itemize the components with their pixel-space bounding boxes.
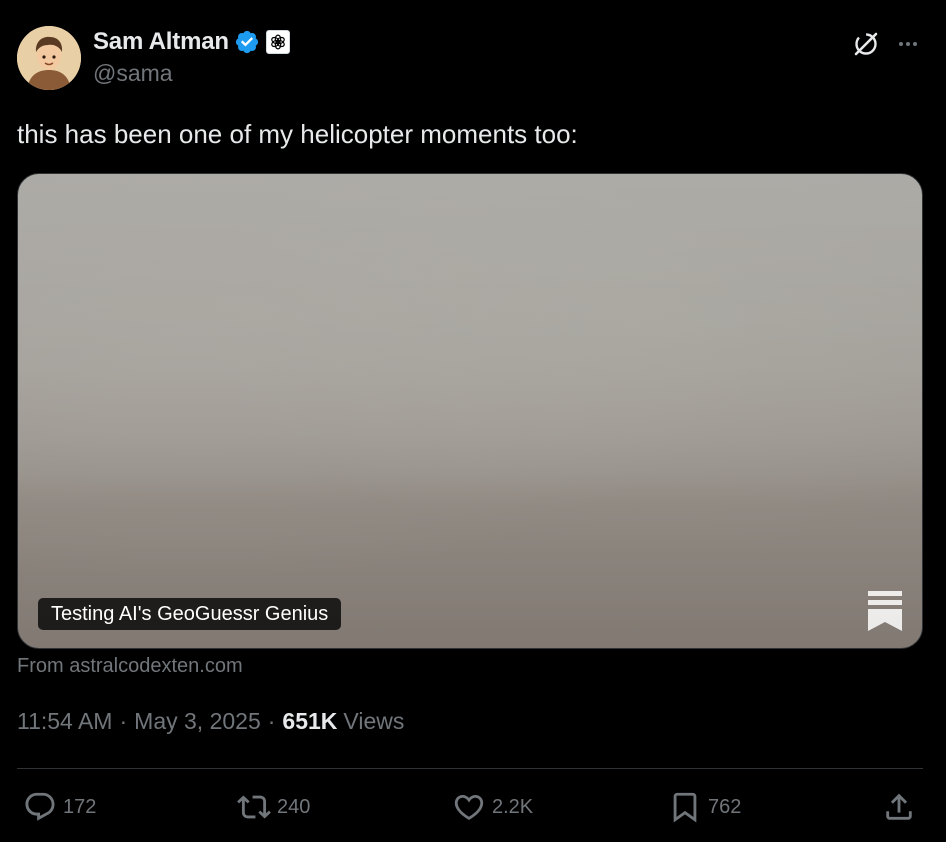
tweet-time[interactable]: 11:54 AM (17, 708, 112, 735)
action-bar: 172 240 2.2K 762 (0, 782, 946, 832)
card-image-band (18, 474, 922, 544)
reply-button[interactable]: 172 (23, 782, 96, 832)
repost-button[interactable]: 240 (237, 782, 310, 832)
tweet-date[interactable]: May 3, 2025 (134, 708, 261, 735)
like-count: 2.2K (492, 795, 534, 818)
divider (17, 768, 923, 769)
card-title: Testing AI's GeoGuessr Genius (38, 598, 342, 630)
tweet-text: this has been one of my helicopter momen… (17, 119, 578, 149)
views-label[interactable]: Views (343, 708, 404, 735)
reply-count: 172 (63, 795, 97, 818)
card-image (18, 174, 922, 648)
repost-count: 240 (277, 795, 311, 818)
avatar-illustration (17, 26, 81, 90)
bookmark-button[interactable]: 762 (668, 782, 741, 832)
reply-icon (25, 792, 55, 821)
author-handle[interactable]: @sama (93, 60, 173, 87)
avatar[interactable] (17, 26, 81, 90)
share-button[interactable] (882, 782, 916, 832)
tweet: Sam Altman @sama this has been one of my… (0, 0, 946, 842)
link-card[interactable]: Testing AI's GeoGuessr Genius (17, 173, 923, 649)
meta-separator: · (267, 708, 276, 734)
views-count[interactable]: 651K (282, 708, 337, 735)
verified-badge-icon[interactable] (234, 29, 260, 55)
card-source-link[interactable]: From astralcodexten.com (17, 655, 243, 678)
bookmark-icon (673, 792, 697, 823)
grok-icon (854, 32, 878, 56)
heart-icon (454, 794, 484, 820)
more-horizontal-icon (899, 42, 917, 46)
meta-separator: · (119, 708, 128, 734)
share-icon (886, 793, 912, 820)
tweet-meta: 11:54 AM · May 3, 2025 · 651K Views (17, 708, 404, 735)
like-button[interactable]: 2.2K (452, 782, 533, 832)
more-options-button[interactable] (890, 26, 926, 62)
openai-logo-icon (270, 34, 285, 50)
bookmark-count: 762 (708, 795, 742, 818)
repost-icon (237, 795, 271, 819)
affiliation-badge[interactable] (265, 30, 290, 54)
author-name-row: Sam Altman (93, 27, 290, 57)
author-display-name[interactable]: Sam Altman (93, 28, 229, 56)
grok-button[interactable] (848, 26, 884, 62)
substack-logo-icon (868, 591, 902, 631)
